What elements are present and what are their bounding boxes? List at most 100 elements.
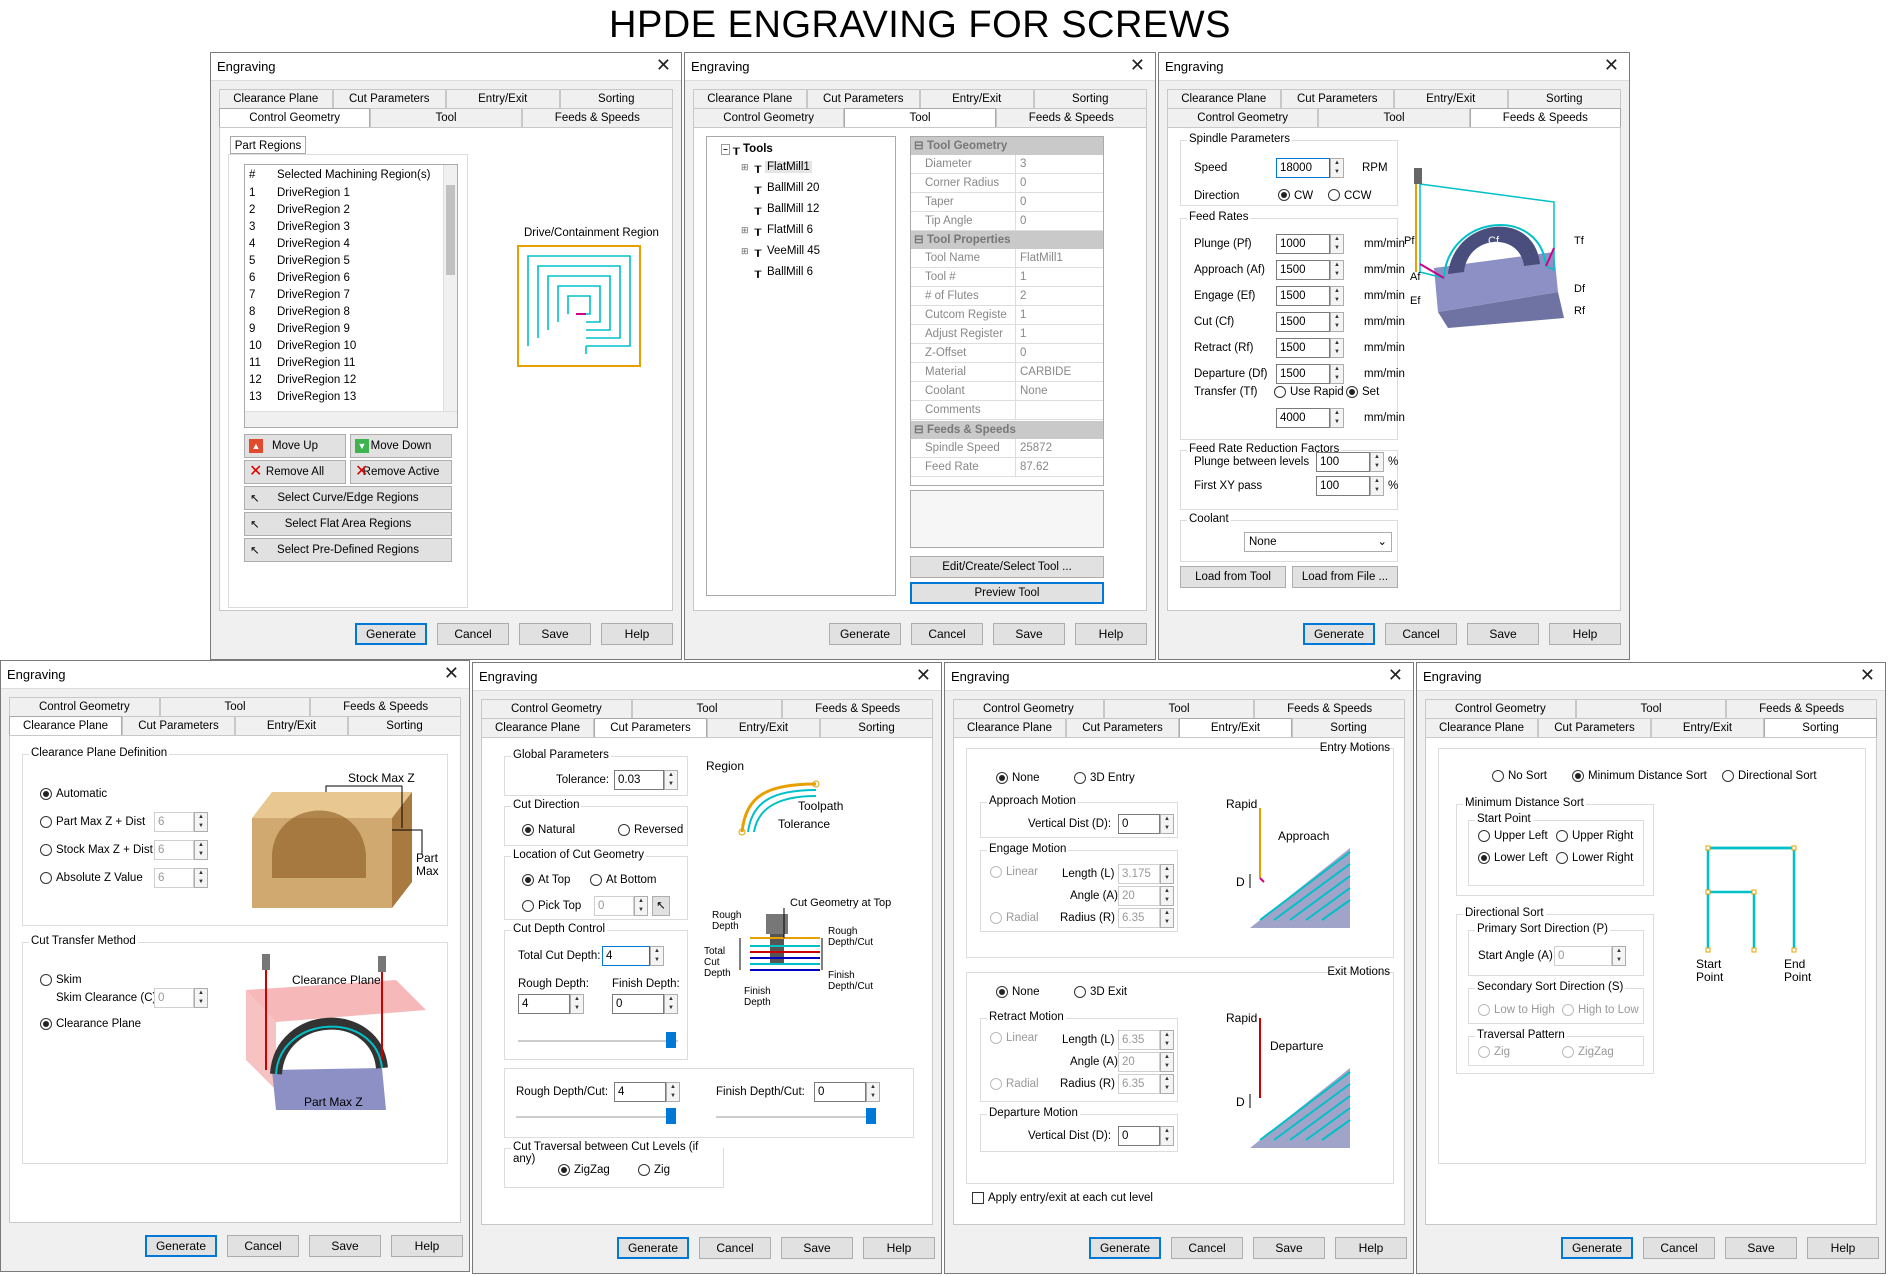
transfer-spinner[interactable]: ▲ ▼: [1330, 408, 1344, 428]
skim-clearance-spinner[interactable]: ▲ ▼: [194, 988, 208, 1008]
section-tool-geometry[interactable]: ⊟ Tool Geometry: [911, 137, 1103, 155]
tree-item[interactable]: ⊞ ┰ FlatMill1: [741, 159, 812, 173]
feed-rate-spinner[interactable]: ▲ ▼: [1330, 286, 1344, 306]
list-item[interactable]: 5 DriveRegion 5: [249, 253, 439, 270]
tab-sorting[interactable]: Sorting: [1507, 89, 1621, 108]
rough-depth-spinner[interactable]: ▲ ▼: [570, 994, 584, 1014]
upper-right-radio[interactable]: [1556, 830, 1568, 842]
save-button[interactable]: Save: [781, 1237, 853, 1259]
engage-linear-radio[interactable]: [990, 866, 1002, 878]
tab-cut-parameters[interactable]: Cut Parameters: [1066, 718, 1179, 737]
upper-left-radio[interactable]: [1478, 830, 1490, 842]
feed-rate-spinner[interactable]: ▲ ▼: [1330, 364, 1344, 384]
tab-entry-exit[interactable]: Entry/Exit: [1651, 718, 1764, 737]
part-max-z-input[interactable]: 6: [154, 812, 194, 832]
tab-entry-exit[interactable]: Entry/Exit: [1179, 718, 1292, 737]
list-item[interactable]: 3 DriveRegion 3: [249, 219, 439, 236]
departure-vdist-spinner[interactable]: ▲ ▼: [1160, 1126, 1174, 1146]
lower-right-radio[interactable]: [1556, 852, 1568, 864]
help-button[interactable]: Help: [1335, 1237, 1407, 1259]
reversed-radio[interactable]: [618, 824, 630, 836]
feed-rate-spinner[interactable]: ▲ ▼: [1330, 312, 1344, 332]
engage-angle-spinner[interactable]: ▲ ▼: [1160, 886, 1174, 906]
zig-radio[interactable]: [638, 1164, 650, 1176]
list-item[interactable]: 1 DriveRegion 1: [249, 185, 439, 202]
plunge-between-input[interactable]: 100: [1316, 452, 1370, 472]
save-button[interactable]: Save: [1467, 623, 1539, 645]
tab-part-regions[interactable]: Part Regions: [230, 136, 306, 154]
load-from-tool-button[interactable]: Load from Tool: [1180, 566, 1286, 588]
cancel-button[interactable]: Cancel: [1385, 623, 1457, 645]
tab-entry-exit[interactable]: Entry/Exit: [1394, 89, 1508, 108]
help-button[interactable]: Help: [863, 1237, 935, 1259]
tree-root[interactable]: − ┰ Tools: [721, 141, 773, 155]
finish-depth-spinner[interactable]: ▲ ▼: [664, 994, 678, 1014]
property-row[interactable]: Material CARBIDE: [911, 363, 1103, 382]
engage-radius-input[interactable]: 6.35: [1118, 908, 1160, 928]
engage-radial-radio[interactable]: [990, 912, 1002, 924]
property-row[interactable]: Tool # 1: [911, 268, 1103, 287]
property-row[interactable]: Corner Radius 0: [911, 174, 1103, 193]
first-xy-spinner[interactable]: ▲ ▼: [1370, 476, 1384, 496]
pick-top-spinner[interactable]: ▲ ▼: [634, 896, 648, 916]
tolerance-spinner[interactable]: ▲ ▼: [664, 770, 678, 790]
tab-sorting[interactable]: Sorting: [1033, 89, 1147, 108]
finish-per-cut-spinner[interactable]: ▲ ▼: [866, 1082, 880, 1102]
first-xy-input[interactable]: 100: [1316, 476, 1370, 496]
depth-split-slider[interactable]: [518, 1032, 678, 1052]
start-angle-input[interactable]: 0: [1554, 946, 1612, 966]
tab-feeds-speeds[interactable]: Feeds & Speeds: [1254, 699, 1406, 718]
cw-radio[interactable]: [1278, 189, 1290, 201]
tab-feeds-speeds[interactable]: Feeds & Speeds: [1726, 699, 1878, 718]
edit-create-select-tool-button[interactable]: Edit/Create/Select Tool ...: [910, 556, 1104, 578]
generate-button[interactable]: Generate: [1303, 623, 1375, 645]
close-icon[interactable]: ✕: [916, 665, 931, 686]
property-row[interactable]: Cutcom Registe 1: [911, 306, 1103, 325]
lower-left-radio[interactable]: [1478, 852, 1490, 864]
exit-3d-radio[interactable]: [1074, 986, 1086, 998]
stock-max-z-spinner[interactable]: ▲ ▼: [194, 840, 208, 860]
retract-length-spinner[interactable]: ▲ ▼: [1160, 1030, 1174, 1050]
absolute-z-radio[interactable]: [40, 872, 52, 884]
feed-rate-spinner[interactable]: ▲ ▼: [1330, 260, 1344, 280]
speed-input[interactable]: 18000: [1276, 158, 1330, 178]
tab-cut-parameters[interactable]: Cut Parameters: [806, 89, 920, 108]
tab-control-geometry[interactable]: Control Geometry: [693, 108, 845, 127]
tab-cut-parameters[interactable]: Cut Parameters: [1538, 718, 1651, 737]
tab-tool[interactable]: Tool: [1318, 108, 1470, 127]
select-predefined-regions-button[interactable]: ↖ Select Pre-Defined Regions: [244, 538, 452, 562]
remove-active-button[interactable]: ✕ Remove Active: [350, 460, 452, 484]
sort-zig-radio[interactable]: [1478, 1046, 1490, 1058]
tab-entry-exit[interactable]: Entry/Exit: [235, 716, 348, 735]
cancel-button[interactable]: Cancel: [437, 623, 509, 645]
scrollbar-vertical[interactable]: [443, 165, 457, 411]
property-row[interactable]: Taper 0: [911, 193, 1103, 212]
generate-button[interactable]: Generate: [145, 1235, 217, 1257]
retract-length-input[interactable]: 6.35: [1118, 1030, 1160, 1050]
close-icon[interactable]: ✕: [444, 663, 459, 684]
tab-sorting[interactable]: Sorting: [820, 718, 933, 737]
start-angle-spinner[interactable]: ▲ ▼: [1612, 946, 1626, 966]
engage-length-spinner[interactable]: ▲ ▼: [1160, 864, 1174, 884]
section-feeds-speeds[interactable]: ⊟ Feeds & Speeds: [911, 421, 1103, 439]
pick-top-radio[interactable]: [522, 900, 534, 912]
approach-vdist-input[interactable]: 0: [1118, 814, 1160, 834]
list-item[interactable]: 10 DriveRegion 10: [249, 338, 439, 355]
retract-angle-input[interactable]: 20: [1118, 1052, 1160, 1072]
save-button[interactable]: Save: [1725, 1237, 1797, 1259]
scrollbar-horizontal[interactable]: [245, 411, 457, 427]
list-item[interactable]: 11 DriveRegion 11: [249, 355, 439, 372]
property-row[interactable]: Diameter 3: [911, 155, 1103, 174]
total-depth-spinner[interactable]: ▲ ▼: [650, 946, 664, 966]
feed-rate-input[interactable]: 1500: [1276, 286, 1330, 306]
zigzag-radio[interactable]: [558, 1164, 570, 1176]
coolant-select[interactable]: None ⌄: [1244, 532, 1392, 552]
close-icon[interactable]: ✕: [1388, 665, 1403, 686]
close-icon[interactable]: ✕: [656, 55, 671, 76]
feed-rate-input[interactable]: 1500: [1276, 312, 1330, 332]
engage-length-input[interactable]: 3.175: [1118, 864, 1160, 884]
feed-rate-input[interactable]: 1500: [1276, 338, 1330, 358]
tab-entry-exit[interactable]: Entry/Exit: [707, 718, 820, 737]
low-to-high-radio[interactable]: [1478, 1004, 1490, 1016]
at-top-radio[interactable]: [522, 874, 534, 886]
